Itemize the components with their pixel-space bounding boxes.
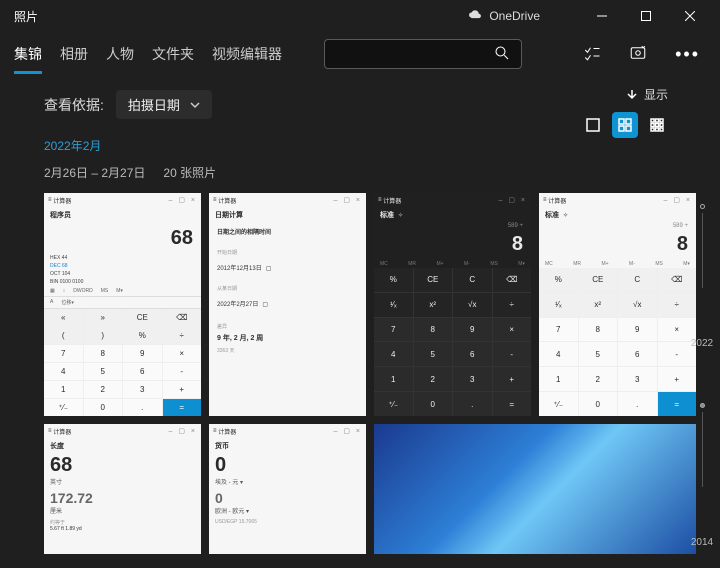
calc-keys: %CEC⌫¹⁄ₓx²√x÷789×456-123+⁺⁄₋0.= bbox=[374, 268, 531, 416]
calc-keys: %CEC⌫¹⁄ₓx²√x÷789×456-123+⁺⁄₋0.= bbox=[539, 268, 696, 416]
search-input[interactable] bbox=[324, 39, 522, 69]
maximize-button[interactable] bbox=[624, 0, 668, 32]
import-icon[interactable] bbox=[629, 44, 647, 65]
onedrive-status[interactable]: OneDrive bbox=[467, 9, 540, 23]
photo-thumb[interactable] bbox=[374, 424, 696, 554]
viewby-label: 查看依据: bbox=[44, 95, 104, 115]
tab-people[interactable]: 人物 bbox=[106, 40, 134, 68]
onedrive-label: OneDrive bbox=[489, 9, 540, 23]
rail-year: 2014 bbox=[691, 537, 713, 548]
photo-thumb[interactable]: ≡ 计算器– ▢ × 标准✧ 589 + 8 MCMRM+M-MSM▾ %CEC… bbox=[539, 193, 696, 416]
tab-collection[interactable]: 集锦 bbox=[14, 40, 42, 68]
search-icon bbox=[493, 44, 511, 65]
nav-tabs: 集锦 相册 人物 文件夹 视频编辑器 bbox=[14, 40, 282, 68]
photo-thumb[interactable]: ≡ 计算器– ▢ × 货币 0 埃及 - 元 ▾ 0 欧洲 - 欧元 ▾ USD… bbox=[209, 424, 366, 554]
chevron-down-icon bbox=[190, 100, 200, 110]
photo-thumb[interactable]: ≡ 计算器– ▢ × 标准✧ 589 + 8 MCMRM+M-MSM▾ %CEC… bbox=[374, 193, 531, 416]
layout-grid-medium[interactable] bbox=[612, 112, 638, 138]
content-area: 显示 查看依据: 拍摄日期 2022年2月 2月26日 – 2月27日 20 张… bbox=[0, 76, 720, 554]
show-toggle[interactable]: 显示 bbox=[626, 86, 668, 103]
viewby-value: 拍摄日期 bbox=[128, 95, 180, 114]
cloud-icon bbox=[467, 9, 483, 23]
month-header[interactable]: 2022年2月 bbox=[44, 137, 682, 154]
calc-keys: «»CE⌫()%÷789×456-123+⁺⁄₋0.= bbox=[44, 309, 201, 416]
timeline-rail[interactable]: 2022 2014 bbox=[690, 200, 714, 558]
photo-thumb[interactable]: ≡ 计算器– ▢ × 程序员 68 HEX 44 DEC 68 OCT 104 … bbox=[44, 193, 201, 416]
layout-grid-small[interactable] bbox=[644, 112, 670, 138]
select-icon[interactable] bbox=[583, 44, 601, 65]
viewby-dropdown[interactable]: 拍摄日期 bbox=[116, 90, 212, 119]
close-button[interactable] bbox=[668, 0, 712, 32]
photo-thumb[interactable]: ≡ 计算器– ▢ × 长度 68 英寸 172.72 厘米 约等于 5.67 f… bbox=[44, 424, 201, 554]
show-label: 显示 bbox=[644, 86, 668, 103]
layout-single[interactable] bbox=[580, 112, 606, 138]
app-title: 照片 bbox=[14, 8, 38, 25]
tab-album[interactable]: 相册 bbox=[60, 40, 88, 68]
photo-count: 20 张照片 bbox=[163, 164, 216, 181]
more-button[interactable]: ••• bbox=[675, 44, 700, 65]
tab-video-editor[interactable]: 视频编辑器 bbox=[212, 40, 282, 68]
minimize-button[interactable] bbox=[580, 0, 624, 32]
navbar: 集锦 相册 人物 文件夹 视频编辑器 ••• bbox=[0, 32, 720, 76]
photo-thumb[interactable]: ≡ 计算器– ▢ × 日期计算 日期之间的相隔时间 开始日期 2012年12月1… bbox=[209, 193, 366, 416]
titlebar: 照片 OneDrive bbox=[0, 0, 720, 32]
date-range: 2月26日 – 2月27日 bbox=[44, 164, 145, 181]
tab-folders[interactable]: 文件夹 bbox=[152, 40, 194, 68]
rail-year: 2022 bbox=[691, 338, 713, 349]
